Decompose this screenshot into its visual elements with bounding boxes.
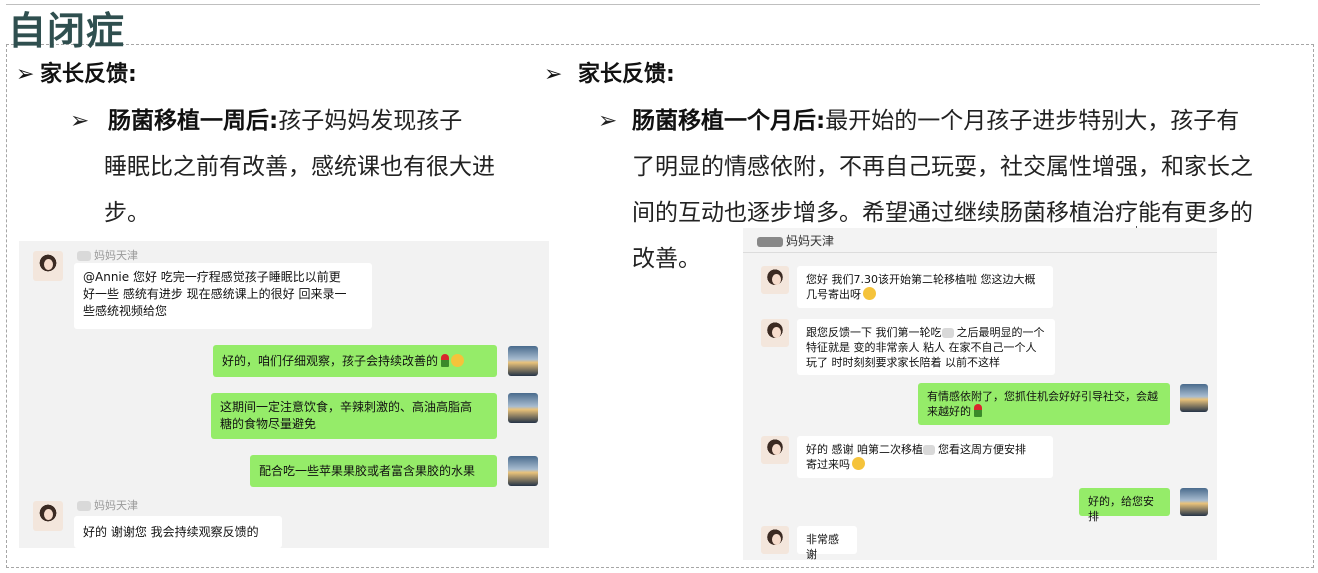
- chat-message: 配合吃一些苹果果胶或者富含果胶的水果: [250, 455, 497, 487]
- my-avatar: [1180, 384, 1208, 412]
- rose-icon: [441, 354, 450, 367]
- my-avatar: [508, 393, 538, 423]
- chat-message: 这期间一定注意饮食，辛辣刺激的、高油高脂高 糖的食物尽量避免: [211, 393, 497, 439]
- right-text-1: 最开始的一个月孩子进步特别大，孩子有: [825, 108, 1240, 134]
- right-heading-text: 家长反馈:: [578, 62, 675, 87]
- chat-header-divider: [743, 252, 1217, 253]
- grin-emoji-icon: [852, 457, 865, 470]
- blurred-name: [757, 236, 783, 247]
- chat-message: 好的，咱们仔细观察，孩子会持续改善的: [213, 345, 497, 377]
- contact-avatar: [33, 251, 63, 281]
- left-line-1: ➢ 肠菌移植一周后:孩子妈妈发现孩子: [70, 98, 540, 144]
- left-text-3: 步。: [104, 200, 150, 226]
- chat-message: 好的 谢谢您 我会持续观察反馈的: [74, 516, 282, 548]
- chat-message: 好的 感谢 咱第二次移植 您看这周方便安排 寄过来吗: [797, 436, 1053, 478]
- rose-icon: [974, 404, 982, 417]
- contact-name: 妈妈天津: [77, 247, 138, 263]
- left-text-1: 孩子妈妈发现孩子: [278, 108, 463, 134]
- my-avatar: [508, 456, 538, 486]
- left-chat-screenshot: 妈妈天津 @Annie 您好 吃完一疗程感觉孩子睡眠比以前更 好一些 感统有进步…: [19, 241, 549, 548]
- chat-message: 您好 我们7.30该开始第二轮移植啦 您这边大概 几号寄出呀: [797, 266, 1053, 308]
- arrow-bullet-icon: ➢: [70, 108, 90, 134]
- grin-emoji-icon: [863, 287, 876, 300]
- left-heading: ➢ 家长反馈:: [16, 60, 137, 90]
- left-paragraph: ➢ 肠菌移植一周后:孩子妈妈发现孩子 睡眠比之前有改善，感统课也有很大进 步。: [70, 98, 540, 236]
- left-colon: :: [269, 108, 279, 134]
- arrow-bullet-icon: ➢: [16, 62, 35, 87]
- contact-name: 妈妈天津: [757, 232, 834, 249]
- chat-message: 非常感谢: [797, 526, 857, 560]
- left-heading-text: 家长反馈:: [40, 62, 137, 87]
- blurred-name: [77, 501, 91, 511]
- right-heading: ➢ 家长反馈:: [544, 60, 675, 90]
- chat-message: 好的，给您安排: [1079, 488, 1170, 523]
- contact-avatar: [761, 436, 789, 464]
- blurred-word: [923, 444, 935, 455]
- my-avatar: [1180, 488, 1208, 516]
- right-label: 肠菌移植一个月后: [632, 108, 816, 134]
- left-text-2: 睡眠比之前有改善，感统课也有很大进: [104, 154, 495, 180]
- contact-avatar: [761, 319, 789, 347]
- contact-avatar: [33, 501, 63, 531]
- right-colon: :: [816, 108, 826, 134]
- blurred-name: [77, 251, 91, 261]
- right-line-1: ➢ 肠菌移植一个月后:最开始的一个月孩子进步特别大，孩子有: [598, 98, 1310, 144]
- chat-message: 跟您反馈一下 我们第一轮吃 之后最明显的一个 特征就是 变的非常亲人 粘人 在家不…: [797, 319, 1055, 375]
- chat-message: 有情感依附了，您抓住机会好好引导社交，会越 来越好的: [918, 383, 1170, 425]
- blurred-word: [941, 327, 954, 338]
- right-text-2: 了明显的情感依附，不再自己玩耍，社交属性增强，和家长之: [632, 154, 1253, 180]
- contact-avatar: [761, 266, 789, 294]
- arrow-bullet-icon: ➢: [544, 62, 563, 87]
- contact-name: 妈妈天津: [77, 497, 138, 513]
- my-avatar: [508, 346, 538, 376]
- arrow-bullet-icon: ➢: [598, 108, 618, 134]
- right-chat-screenshot: 妈妈天津 您好 我们7.30该开始第二轮移植啦 您这边大概 几号寄出呀 跟您反馈…: [743, 228, 1217, 560]
- left-label: 肠菌移植一周后: [108, 108, 269, 134]
- page-title: 自闭症: [8, 9, 126, 53]
- smile-emoji-icon: [451, 354, 465, 367]
- contact-avatar: [761, 526, 789, 554]
- chat-message: @Annie 您好 吃完一疗程感觉孩子睡眠比以前更 好一些 感统有进步 现在感统…: [74, 263, 372, 329]
- top-rule: [6, 4, 1260, 5]
